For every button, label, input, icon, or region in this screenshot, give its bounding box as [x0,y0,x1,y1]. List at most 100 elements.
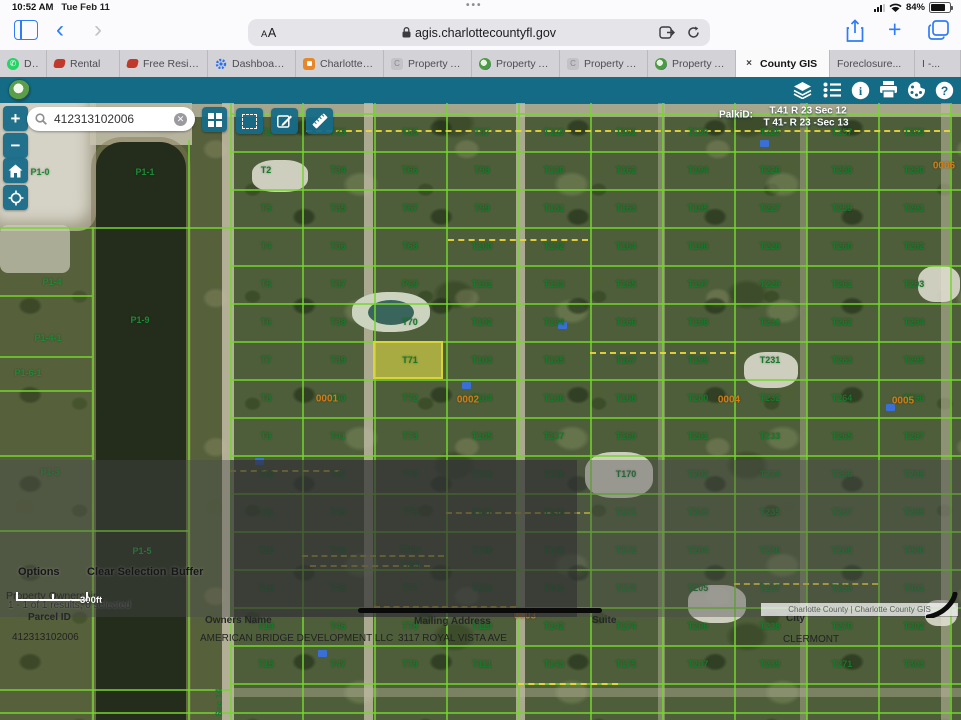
township-label-1: T.41 R 23 Sec 12 [769,106,846,117]
legend-icon[interactable] [822,80,842,100]
zoom-in-button[interactable]: + [3,106,28,131]
forward-icon[interactable]: › [94,19,102,41]
clear-search-icon[interactable]: ✕ [174,113,187,126]
home-extent-button[interactable] [3,158,28,183]
back-icon[interactable]: ‹ [56,19,64,41]
grid-line-vertical [806,103,808,720]
basemap-icon[interactable] [906,80,926,100]
parcel-label: T200 [688,393,709,403]
tab-property-ap[interactable]: Property Ap... [472,50,560,77]
parcel-label: T207 [688,659,709,669]
tab-property-ap[interactable]: CProperty Ap... [384,50,472,77]
reload-icon[interactable] [687,26,700,39]
info-icon[interactable]: i [850,80,870,100]
block-number-label: 0001 [316,394,338,405]
date: Tue Feb 11 [61,2,109,13]
measure-tool-button[interactable] [306,108,333,134]
parcel-label: T162 [616,165,637,175]
tab-label: Property Ap... [584,58,640,70]
zoom-out-button[interactable]: − [3,133,28,158]
field-label-mailing-address: Mailing Address [414,616,491,627]
parcel-label: T201 [688,431,709,441]
sand-clearing-3 [0,225,70,273]
sidebar-toggle-icon[interactable] [14,20,38,40]
tab-i[interactable]: I -... [915,50,961,77]
gear-icon [215,58,227,70]
close-tab-icon[interactable]: × [743,58,755,70]
road-vertical [364,103,373,720]
locate-button[interactable] [3,185,28,210]
grid-line-horizontal [0,356,92,358]
clear-selection-button[interactable]: Clear Selection [87,566,166,578]
new-tab-icon[interactable]: + [888,16,901,43]
buffer-button[interactable]: Buffer [171,566,203,578]
status-bar: 10:52 AMTue Feb 11 ••• 84% [0,0,961,14]
area-parcel-label: P1-6-1 [14,368,41,378]
parcel-label: T131 [544,203,565,213]
parcel-label: T73 [402,431,418,441]
grid-line-vertical [230,103,232,720]
tab-charlotte-co[interactable]: Charlotte Co... [296,50,384,77]
parcel-label: T47 [330,659,346,669]
parcel-label: T292 [904,241,925,251]
field-value: AMERICAN BRIDGE DEVELOPMENT LLC [200,633,393,644]
block-number-label: 0006 [933,161,955,172]
area-parcel-label: P1-1 [135,167,154,177]
parcel-label: T8 [261,393,272,403]
grid-line-horizontal [0,295,92,297]
parcel-label: T161 [616,127,637,137]
parcel-label: T165 [616,279,637,289]
grid-line-horizontal [230,113,961,115]
map-canvas[interactable]: T1T2T3T4T5T6T7T8T9T10T11T12T13T14T15T33T… [0,103,961,720]
reader-aa-button[interactable]: AA [261,26,277,40]
tab-rental[interactable]: Rental [47,50,120,77]
parcel-label: T15 [258,659,274,669]
print-icon[interactable] [878,80,898,100]
tab-free-reside[interactable]: Free Reside... [120,50,208,77]
extensions-icon[interactable] [659,26,675,39]
tabs-overview-icon[interactable] [928,20,949,40]
grid-line-vertical [734,103,736,720]
help-icon[interactable]: ? [934,80,954,100]
parcel-label: T72 [402,393,418,403]
boundary-line-yellow [518,683,618,685]
parcel-label: P69 [402,279,418,289]
annotate-tool-button[interactable] [271,108,298,134]
url-bar[interactable]: AA agis.charlottecountyfl.gov [248,19,710,46]
layers-icon[interactable] [792,80,812,100]
parcel-label: T168 [616,393,637,403]
search-input[interactable] [52,111,169,127]
gray-site-icon: C [391,58,403,70]
gray-site-icon: C [567,58,579,70]
road-horizontal-bottom [230,688,961,697]
tab-property-ap[interactable]: Property Ap... [648,50,736,77]
share-icon[interactable] [845,19,865,43]
parcel-label: T142 [544,621,565,631]
tab-label: Charlotte Co... [320,58,376,70]
grid-line-horizontal [0,390,92,392]
parcel-label: T36 [330,241,346,251]
parcel-label: T99 [474,203,490,213]
tab-dashboard[interactable]: Dashboard -... [208,50,296,77]
select-tool-button[interactable] [236,108,263,134]
gis-header: i ? [0,77,961,103]
grid-line-vertical [950,103,952,720]
parcel-label: T7 [261,355,272,365]
tab-label: Foreclosure... [837,58,901,70]
tab-property-ap[interactable]: C Property Ap... [560,50,648,77]
parcel-label: T225 [760,127,781,137]
parcel-label: T129 [544,127,565,137]
options-button[interactable]: Options [18,566,60,578]
grid-line-vertical [878,103,880,720]
tab-dow[interactable]: ✆Dow [0,50,47,77]
county-logo[interactable] [9,80,30,101]
parcel-label: T293 [904,279,925,289]
tab-county-gis[interactable]: ×County GIS [736,50,830,77]
apps-grid-button[interactable] [202,107,227,132]
search-box: ✕ [27,107,195,131]
grid-line-horizontal [0,455,92,457]
parcel-label: T111 [472,659,492,669]
tab-foreclosure[interactable]: Foreclosure... [830,50,915,77]
street-label: PalkiD: [719,110,753,121]
url-text: agis.charlottecountyfl.gov [415,26,556,40]
